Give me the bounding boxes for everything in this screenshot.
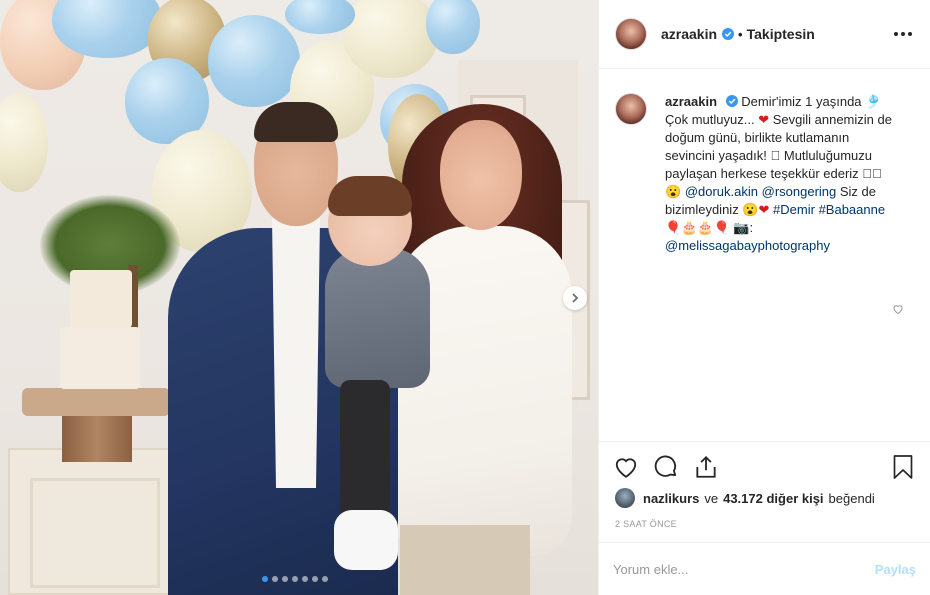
verified-badge-icon (725, 95, 738, 107)
hashtag-link[interactable]: #Demir (773, 202, 815, 217)
save-button[interactable] (890, 454, 916, 480)
post-comment-button[interactable]: Paylaş (875, 562, 916, 577)
instagram-post: azraakin • Takiptesin azraakin Demir'imi… (0, 0, 930, 595)
more-options-icon[interactable] (892, 26, 914, 42)
carousel-dot (282, 576, 288, 582)
heart-icon (615, 457, 637, 478)
mention-link[interactable]: @rsongering (762, 184, 837, 199)
post-details-panel: azraakin • Takiptesin azraakin Demir'imi… (598, 0, 930, 595)
balloon (208, 15, 300, 107)
red-heart-emoji: ❤ (758, 112, 770, 127)
bookmark-icon (893, 454, 913, 479)
mention-link[interactable]: @doruk.akin (685, 184, 758, 199)
baby-body (325, 248, 430, 388)
cake-stand-leg (62, 414, 132, 462)
carousel-dot (272, 576, 278, 582)
comment-icon (654, 455, 677, 477)
likes-suffix: beğendi (828, 490, 875, 506)
red-heart-emoji: ❤ (758, 202, 770, 217)
avatar[interactable] (615, 93, 647, 125)
liker-username[interactable]: nazlikurs (643, 491, 699, 506)
comment-button[interactable] (653, 454, 679, 480)
mention-link[interactable]: @melissagabayphotography (665, 238, 830, 253)
baby-shoes (334, 510, 398, 570)
likes-connector: ve (704, 490, 719, 506)
comment-input[interactable] (613, 561, 875, 577)
share-button[interactable] (693, 454, 719, 480)
caption: azraakin Demir'imiz 1 yaşında 🎐 Çok mutl… (615, 93, 914, 255)
heart-icon[interactable] (892, 303, 904, 315)
caption-emoji-row: 🎈🎂🎂🎈 📷: (665, 220, 754, 235)
likes-summary: nazlikurs ve 43.172 diğer kişi beğendi (615, 488, 875, 508)
chevron-right-icon (572, 293, 579, 303)
man-hair (254, 102, 338, 142)
carousel-dot (302, 576, 308, 582)
next-image-button[interactable] (563, 286, 587, 310)
table-panel (30, 478, 160, 588)
balloon (426, 0, 480, 54)
avatar[interactable] (615, 18, 647, 50)
balloon (343, 0, 438, 78)
post-photo[interactable] (0, 0, 598, 595)
action-bar (599, 441, 930, 491)
carousel-indicator (262, 576, 328, 582)
follow-status-button[interactable]: Takiptesin (747, 26, 815, 42)
post-timestamp[interactable]: 2 SAAT ÖNCE (615, 519, 677, 529)
caption-text: azraakin Demir'imiz 1 yaşında 🎐 Çok mutl… (665, 93, 897, 255)
header-separator: • (738, 26, 743, 42)
woman-pants (400, 525, 530, 595)
balloon (0, 92, 48, 192)
verified-badge-icon (722, 28, 735, 40)
carousel-dot (292, 576, 298, 582)
share-icon (696, 455, 716, 478)
hashtag-link[interactable]: #Babaanne (819, 202, 886, 217)
cake-tier (70, 270, 132, 328)
caption-area: azraakin Demir'imiz 1 yaşında 🎐 Çok mutl… (599, 69, 930, 595)
caption-username[interactable]: azraakin (665, 94, 717, 109)
comment-form: Paylaş (599, 542, 930, 595)
caption-line2a: Çok mutluyuz... (665, 112, 759, 127)
carousel-dot (262, 576, 268, 582)
caption-line1: Demir'imiz 1 yaşında 🎐 (741, 94, 882, 109)
baby-hair (328, 176, 412, 216)
cake-stand (22, 388, 170, 416)
likes-count[interactable]: 43.172 diğer kişi (723, 491, 823, 506)
carousel-dot (312, 576, 318, 582)
avatar[interactable] (615, 488, 635, 508)
carousel-dot (322, 576, 328, 582)
woman-face (440, 120, 522, 230)
like-button[interactable] (613, 454, 639, 480)
caption-emoji: 😮 (665, 184, 685, 199)
post-header: azraakin • Takiptesin (599, 0, 930, 69)
header-username[interactable]: azraakin (661, 26, 717, 42)
baby-legs (340, 380, 390, 520)
cake-tier (60, 327, 140, 389)
